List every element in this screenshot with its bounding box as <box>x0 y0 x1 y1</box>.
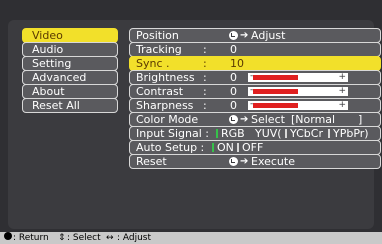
projector-osd: Video Audio Setting Advanced About Reset… <box>0 0 382 244</box>
option-marker <box>328 129 330 138</box>
help-return: : Return <box>13 233 49 243</box>
sidebar-item-advanced[interactable]: Advanced <box>22 70 118 85</box>
color-mode-end: ] <box>358 113 363 126</box>
color-mode-label: Color Mode <box>136 113 199 126</box>
contrast-value: 0 <box>230 85 237 98</box>
tracking-label: Tracking <box>136 43 182 56</box>
help-bar: : Return ⇕ : Select ↔ : Adjust <box>0 232 382 244</box>
auto-setup-label: Auto Setup : <box>136 141 205 154</box>
row-reset[interactable]: Reset ➔ Execute <box>129 154 381 169</box>
brightness-fill <box>253 75 298 80</box>
esc-button-icon <box>4 232 12 240</box>
sync-label: Sync . <box>136 57 170 70</box>
sharpness-colon: : <box>203 99 207 112</box>
plus-icon: + <box>338 86 346 96</box>
color-mode-value: [Normal <box>291 113 336 126</box>
enter-icon <box>229 31 238 40</box>
help-adjust: : Adjust <box>117 233 152 243</box>
reset-label: Reset <box>136 155 167 168</box>
contrast-colon: : <box>203 85 207 98</box>
brightness-colon: : <box>203 71 207 84</box>
row-color-mode[interactable]: Color Mode ➔ Select [Normal ] <box>129 112 381 127</box>
input-signal-label: Input Signal : <box>136 127 209 140</box>
contrast-slider[interactable]: - + <box>248 85 348 96</box>
tracking-colon: : <box>203 43 207 56</box>
arrow-right-icon: ➔ <box>240 114 249 125</box>
sidebar-item-label: Setting <box>32 57 72 70</box>
row-contrast[interactable]: Contrast : 0 - + <box>129 84 381 99</box>
plus-icon: + <box>338 100 346 110</box>
contrast-label: Contrast <box>136 85 184 98</box>
row-sync[interactable]: Sync . : 10 <box>129 56 381 71</box>
row-position[interactable]: Position ➔ Adjust <box>129 28 381 43</box>
reset-action: Execute <box>251 155 295 168</box>
row-auto-setup[interactable]: Auto Setup : ON OFF <box>129 140 381 155</box>
color-mode-action: Select <box>251 113 285 126</box>
sidebar-item-label: Audio <box>32 43 64 56</box>
sidebar-item-about[interactable]: About <box>22 84 118 99</box>
sidebar-item-setting[interactable]: Setting <box>22 56 118 71</box>
help-select: : Select <box>67 233 101 243</box>
enter-icon <box>229 157 238 166</box>
row-input-signal[interactable]: Input Signal : RGB YUV( YCbCr YPbPr) <box>129 126 381 141</box>
sync-value: 10 <box>230 57 244 70</box>
left-right-arrows-icon: ↔ <box>106 233 114 243</box>
option-marker <box>285 129 287 138</box>
row-sharpness[interactable]: Sharpness : 0 - + <box>129 98 381 113</box>
sharpness-slider[interactable]: - + <box>248 99 348 110</box>
sidebar-item-label: Advanced <box>32 71 87 84</box>
row-tracking[interactable]: Tracking : 0 <box>129 42 381 57</box>
option-marker <box>237 143 239 152</box>
auto-setup-off[interactable]: OFF <box>242 141 263 154</box>
sharpness-label: Sharpness <box>136 99 194 112</box>
input-option-yuv[interactable]: YUV( <box>255 127 282 140</box>
contrast-fill <box>253 89 298 94</box>
position-label: Position <box>136 29 179 42</box>
brightness-slider[interactable]: - + <box>248 71 348 82</box>
position-action: Adjust <box>251 29 286 42</box>
arrow-right-icon: ➔ <box>240 156 249 167</box>
sidebar-item-audio[interactable]: Audio <box>22 42 118 57</box>
sidebar-item-label: About <box>32 85 65 98</box>
sync-colon: : <box>203 57 207 70</box>
row-brightness[interactable]: Brightness : 0 - + <box>129 70 381 85</box>
enter-icon <box>229 115 238 124</box>
option-marker-selected <box>212 143 214 152</box>
sidebar-item-reset-all[interactable]: Reset All <box>22 98 118 113</box>
sharpness-value: 0 <box>230 99 237 112</box>
option-marker-selected <box>216 129 218 138</box>
arrow-right-icon: ➔ <box>240 30 249 41</box>
input-option-rgb[interactable]: RGB <box>221 127 245 140</box>
brightness-label: Brightness <box>136 71 195 84</box>
sidebar-item-video[interactable]: Video <box>22 28 118 43</box>
plus-icon: + <box>338 72 346 82</box>
input-option-ypbpr[interactable]: YPbPr) <box>333 127 369 140</box>
sidebar-item-label: Video <box>32 29 63 42</box>
up-down-arrows-icon: ⇕ <box>58 233 66 243</box>
sidebar-item-label: Reset All <box>32 99 80 112</box>
tracking-value: 0 <box>230 43 237 56</box>
auto-setup-on[interactable]: ON <box>217 141 234 154</box>
input-option-ycbcr[interactable]: YCbCr <box>290 127 323 140</box>
brightness-value: 0 <box>230 71 237 84</box>
sharpness-fill <box>253 103 298 108</box>
